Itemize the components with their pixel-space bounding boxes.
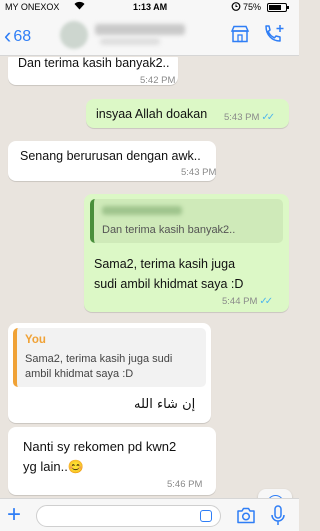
message-text: Senang berurusan dengan awk..	[20, 149, 201, 163]
status-bar: MY ONEXOX 1:13 AM 75%	[0, 0, 299, 14]
quoted-author-blurred	[102, 206, 182, 215]
message-outgoing-reply[interactable]: Dan terima kasih banyak2.. Sama2, terima…	[84, 194, 289, 312]
quoted-author: You	[25, 334, 46, 346]
message-input[interactable]	[36, 505, 221, 527]
message-incoming-reply[interactable]: You Sama2, terima kasih juga sudi ambil …	[8, 323, 211, 423]
contact-name-blurred[interactable]	[95, 24, 185, 35]
message-time: 5:43 PM	[181, 167, 217, 178]
sticker-icon[interactable]	[200, 510, 212, 522]
message-time: 5:42 PM	[140, 75, 176, 86]
message-outgoing[interactable]: insyaa Allah doakan 5:43 PM ✓✓	[86, 99, 289, 128]
chat-header: ‹ 68	[0, 14, 299, 56]
scroll-to-bottom-button[interactable]	[258, 489, 292, 498]
clock-time: 1:13 AM	[133, 2, 168, 12]
wifi-icon	[74, 1, 85, 12]
message-incoming[interactable]: Dan terima kasih banyak2.. 5:42 PM	[8, 57, 178, 86]
plus-icon[interactable]: +	[7, 501, 21, 529]
message-text: Sama2, terima kasih juga sudi ambil khid…	[94, 257, 244, 291]
message-text: Dan terima kasih banyak2..	[18, 57, 170, 70]
avatar[interactable]	[60, 21, 88, 49]
chevron-left-icon: ‹	[4, 23, 12, 48]
read-receipt-icon: ✓✓	[261, 112, 275, 123]
message-incoming[interactable]: Nanti sy rekomen pd kwn2 yg lain..😊 5:46…	[8, 427, 216, 495]
message-time: 5:46 PM	[167, 479, 203, 490]
message-text: إن شاء الله	[134, 397, 196, 412]
message-incoming[interactable]: Senang berurusan dengan awk.. 5:43 PM	[8, 141, 216, 181]
contact-subtitle-blurred	[100, 38, 160, 45]
store-icon[interactable]	[230, 25, 250, 43]
alarm-icon	[231, 1, 241, 13]
quoted-message[interactable]: Dan terima kasih banyak2..	[90, 199, 283, 243]
battery-icon	[267, 3, 289, 12]
quoted-text: Sama2, terima kasih juga sudi ambil khid…	[25, 353, 173, 380]
read-receipt-icon: ✓✓	[259, 296, 273, 307]
message-text: Nanti sy rekomen pd kwn2 yg lain..😊	[23, 439, 177, 474]
message-text: insyaa Allah doakan	[96, 107, 208, 121]
quoted-text: Dan terima kasih banyak2..	[102, 224, 236, 236]
camera-icon[interactable]	[236, 507, 256, 524]
battery-level	[269, 5, 281, 10]
battery-percent: 75%	[243, 2, 262, 12]
back-button[interactable]: ‹ 68	[4, 23, 31, 49]
message-list[interactable]: Dan terima kasih banyak2.. 5:42 PM insya…	[0, 57, 299, 498]
carrier-name: MY ONEXOX	[5, 2, 60, 12]
message-time: 5:43 PM ✓✓	[224, 112, 275, 123]
add-call-icon[interactable]	[263, 24, 285, 44]
quoted-message[interactable]: You Sama2, terima kasih juga sudi ambil …	[13, 328, 206, 387]
composer-bar: +	[0, 498, 299, 531]
message-time: 5:44 PM ✓✓	[222, 296, 273, 307]
microphone-icon[interactable]	[270, 505, 286, 527]
unread-count: 68	[13, 28, 32, 45]
